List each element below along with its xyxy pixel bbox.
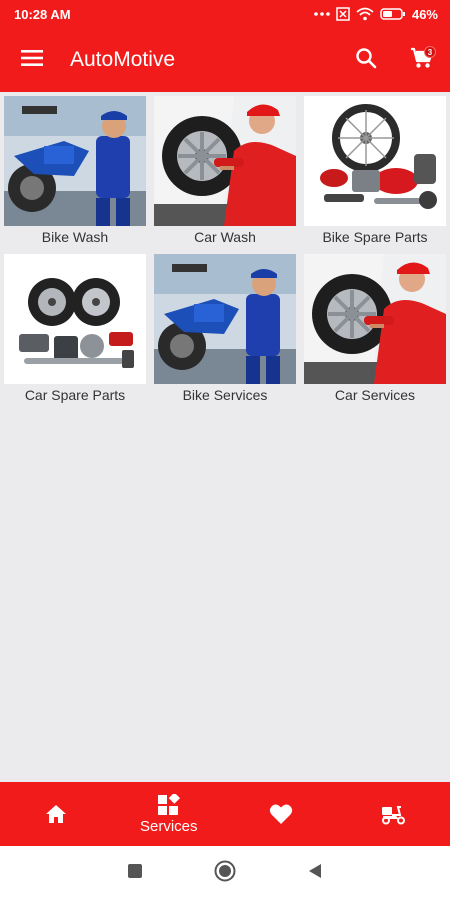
car-wheel-mechanic-image <box>154 96 296 226</box>
home-system-button[interactable] <box>205 853 245 893</box>
battery-icon <box>380 7 406 21</box>
cart-count-badge: 3 <box>424 46 436 58</box>
home-icon <box>45 804 67 824</box>
category-label: Car Services <box>334 387 416 403</box>
nav-item-favorites[interactable] <box>225 782 338 846</box>
nav-item-services[interactable]: Services <box>113 782 226 846</box>
category-grid: Bike Wash Car Wash Bike Spare Parts Car … <box>4 96 446 406</box>
app-title: AutoMotive <box>70 48 176 71</box>
category-tile-bike-services[interactable]: Bike Services <box>154 254 296 406</box>
bottom-nav: Services <box>0 782 450 846</box>
recent-apps-button[interactable] <box>115 853 155 893</box>
category-tile-car-wash[interactable]: Car Wash <box>154 96 296 248</box>
category-label: Car Spare Parts <box>24 387 126 403</box>
bike-parts-image <box>304 96 446 226</box>
circle-icon <box>214 860 236 887</box>
status-icons: 46% <box>314 7 438 22</box>
bike-mechanic-image <box>154 254 296 384</box>
square-icon <box>128 863 142 883</box>
search-button[interactable] <box>338 28 394 92</box>
category-label: Bike Spare Parts <box>322 229 428 245</box>
bike-mechanic-image <box>4 96 146 226</box>
system-nav-bar <box>0 846 450 900</box>
category-tile-car-services[interactable]: Car Services <box>304 254 446 406</box>
nav-label-services: Services <box>139 817 198 835</box>
nav-item-home[interactable] <box>0 782 113 846</box>
category-tile-bike-spare-parts[interactable]: Bike Spare Parts <box>304 96 446 248</box>
category-label: Bike Services <box>182 387 268 403</box>
category-tile-bike-wash[interactable]: Bike Wash <box>4 96 146 248</box>
category-label: Bike Wash <box>41 229 109 245</box>
nav-item-delivery[interactable] <box>338 782 450 846</box>
heart-icon <box>269 803 293 825</box>
search-icon <box>355 47 377 74</box>
menu-button[interactable] <box>0 28 64 92</box>
back-triangle-icon <box>308 863 322 884</box>
car-wheel-mechanic-image <box>304 254 446 384</box>
sim-error-icon <box>336 7 350 21</box>
cart-button[interactable]: 3 <box>394 28 450 92</box>
category-tile-car-spare-parts[interactable]: Car Spare Parts <box>4 254 146 406</box>
battery-percent: 46% <box>411 6 438 22</box>
status-bar: 10:28 AM 46% <box>0 0 450 28</box>
more-dots-icon <box>314 11 330 17</box>
wifi-icon <box>356 7 374 21</box>
delivery-scooter-icon <box>380 803 408 825</box>
menu-icon <box>21 49 43 71</box>
status-time: 10:28 AM <box>14 6 71 22</box>
app-bar: AutoMotive 3 <box>0 28 450 92</box>
back-button[interactable] <box>295 853 335 893</box>
services-icon <box>157 793 181 816</box>
car-parts-image <box>4 254 146 384</box>
category-label: Car Wash <box>194 229 256 245</box>
